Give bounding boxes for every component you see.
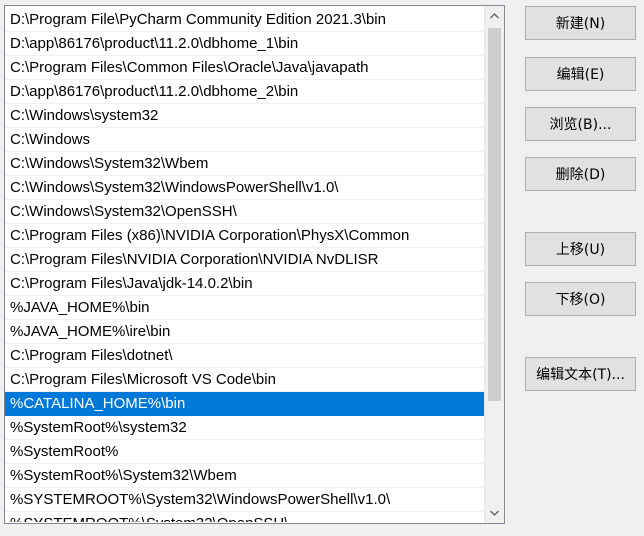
new-button[interactable]: 新建(N) xyxy=(525,6,636,40)
list-item[interactable]: C:\Windows xyxy=(5,128,484,152)
list-item[interactable]: C:\Program Files (x86)\NVIDIA Corporatio… xyxy=(5,224,484,248)
list-item[interactable]: C:\Program Files\Java\jdk-14.0.2\bin xyxy=(5,272,484,296)
list-item[interactable]: C:\Windows\System32\WindowsPowerShell\v1… xyxy=(5,176,484,200)
delete-button[interactable]: 删除(D) xyxy=(525,157,636,191)
list-item[interactable]: C:\Program Files\dotnet\ xyxy=(5,344,484,368)
list-item[interactable]: D:\app\86176\product\11.2.0\dbhome_1\bin xyxy=(5,32,484,56)
list-item[interactable]: C:\Windows\System32\OpenSSH\ xyxy=(5,200,484,224)
list-item[interactable]: C:\Program Files\Microsoft VS Code\bin xyxy=(5,368,484,392)
list-item[interactable]: %JAVA_HOME%\ire\bin xyxy=(5,320,484,344)
list-item[interactable]: D:\Program File\PyCharm Community Editio… xyxy=(5,8,484,32)
list-item[interactable]: %SystemRoot%\system32 xyxy=(5,416,484,440)
scroll-up-button[interactable] xyxy=(485,6,504,26)
list-item[interactable]: D:\app\86176\product\11.2.0\dbhome_2\bin xyxy=(5,80,484,104)
list-item[interactable]: C:\Program Files\NVIDIA Corporation\NVID… xyxy=(5,248,484,272)
scroll-down-button[interactable] xyxy=(485,503,504,523)
move-down-button[interactable]: 下移(O) xyxy=(525,282,636,316)
list-item-selected[interactable]: %CATALINA_HOME%\bin xyxy=(5,392,484,416)
chevron-down-icon xyxy=(490,510,499,516)
move-up-button[interactable]: 上移(U) xyxy=(525,232,636,266)
list-item[interactable]: %SYSTEMROOT%\System32\WindowsPowerShell\… xyxy=(5,488,484,512)
list-item[interactable]: %SystemRoot%\System32\Wbem xyxy=(5,464,484,488)
chevron-up-icon xyxy=(490,13,499,19)
vertical-scrollbar[interactable] xyxy=(484,6,504,523)
list-item[interactable]: %SYSTEMROOT%\System32\OpenSSH\ xyxy=(5,512,484,522)
edit-text-button[interactable]: 编辑文本(T)... xyxy=(525,357,636,391)
list-item[interactable]: C:\Windows\system32 xyxy=(5,104,484,128)
scroll-thumb[interactable] xyxy=(488,28,501,401)
list-item[interactable]: C:\Windows\System32\Wbem xyxy=(5,152,484,176)
list-item[interactable]: %JAVA_HOME%\bin xyxy=(5,296,484,320)
path-list: D:\Program File\PyCharm Community Editio… xyxy=(5,8,484,522)
browse-button[interactable]: 浏览(B)... xyxy=(525,107,636,141)
edit-button[interactable]: 编辑(E) xyxy=(525,57,636,91)
list-item[interactable]: C:\Program Files\Common Files\Oracle\Jav… xyxy=(5,56,484,80)
list-item[interactable]: %SystemRoot% xyxy=(5,440,484,464)
path-listbox[interactable]: D:\Program File\PyCharm Community Editio… xyxy=(4,5,505,524)
